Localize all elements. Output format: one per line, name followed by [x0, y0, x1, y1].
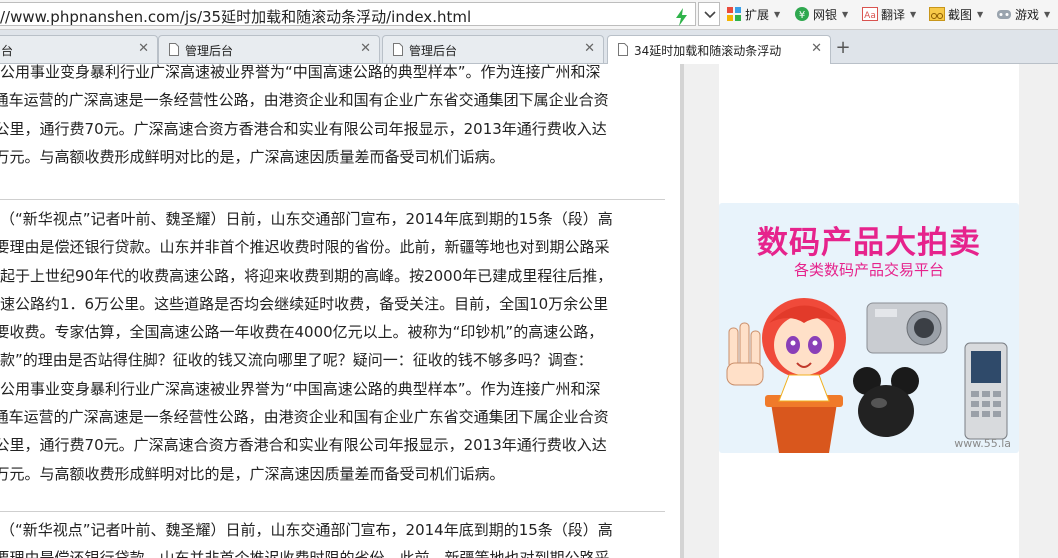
tab-label: 台 — [1, 44, 14, 58]
article-line: 贷款”的理由是否站得住脚？征收的钱又流向哪里了呢？疑问一：征收的钱不够多吗？调查… — [0, 351, 593, 370]
floating-ad-banner[interactable]: 数码产品大拍卖 各类数码产品交易平台 www.55.la — [719, 203, 1019, 453]
document-icon — [618, 43, 628, 56]
toolbar-label: 扩展 — [745, 7, 770, 22]
lightning-icon[interactable] — [672, 7, 692, 27]
yen-icon: ¥ — [795, 7, 809, 21]
tab-label: 管理后台 — [185, 44, 234, 58]
article-line: E要收费。专家估算，全国高速公路一年收费在4000亿元以上。被称为“印钞机”的高… — [0, 323, 604, 342]
podium-icon — [765, 395, 843, 453]
article-line: 电（“新华视点”记者叶前、魏圣耀）日前，山东交通部门宣布，2014年底到期的15… — [0, 521, 613, 539]
tab-1[interactable]: 台 ✕ — [0, 35, 158, 63]
separator — [0, 511, 665, 512]
caret-down-icon: ▼ — [1044, 9, 1051, 19]
cartoon-girl-icon — [762, 298, 846, 402]
article-line: 2公里，通行费70元。广深高速合资方香港合和实业有限公司年报显示，2013年通行… — [0, 436, 607, 455]
close-icon[interactable]: ✕ — [584, 41, 595, 56]
translate-icon: Aa — [862, 7, 878, 21]
close-icon[interactable]: ✕ — [811, 41, 822, 56]
speaker-icon — [853, 367, 919, 437]
article-line: F通车运营的广深高速是一条经营性公路，由港资企业和国有企业广东省交通集团下属企业… — [0, 408, 609, 427]
peace-hand-icon — [726, 322, 764, 386]
article-line: 电（“新华视点”记者叶前、魏圣耀）日前，山东交通部门宣布，2014年底到期的15… — [0, 210, 613, 228]
tab-3[interactable]: 管理后台 ✕ — [382, 35, 604, 63]
tab-label: 管理后台 — [409, 44, 458, 58]
article-line: 高速公路约1．6万公里。这些道路是否均会继续延时收费，备受关注。目前，全国10万… — [0, 294, 609, 313]
toolbar-label: 网银 — [813, 7, 838, 22]
article-column: 利公用事业变身暴利行业广深高速被业界誉为“中国高速公路的典型样本”。作为连接广州… — [0, 64, 680, 558]
document-icon — [393, 43, 403, 56]
tab-bar: 台 ✕ 管理后台 ✕ 管理后台 ✕ 34延时加载和随滚动条浮动 ✕ + — [0, 30, 1058, 64]
camera-icon — [866, 302, 948, 354]
toolbar-games-button[interactable]: 游戏 ▼ — [996, 4, 1050, 24]
toolbar-extensions-button[interactable]: 扩展 ▼ — [726, 4, 780, 24]
toolbar-label: 截图 — [948, 7, 973, 22]
article-line: 利公用事业变身暴利行业广深高速被业界誉为“中国高速公路的典型样本”。作为连接广州… — [0, 64, 601, 81]
article-line: 兴起于上世纪90年代的收费高速公路，将迎来收费到期的高峰。按2000年已建成里程… — [0, 266, 613, 285]
article-line: 0万元。与高额收费形成鲜明对比的是，广深高速因质量差而备受司机们诟病。 — [0, 147, 505, 166]
svg-text:Aa: Aa — [864, 11, 876, 21]
article-block: 电（“新华视点”记者叶前、魏圣耀）日前，山东交通部门宣布，2014年底到期的15… — [0, 516, 680, 558]
caret-down-icon: ▼ — [842, 9, 849, 19]
ad-subtitle: 各类数码产品交易平台 — [793, 261, 944, 279]
close-icon[interactable]: ✕ — [360, 41, 371, 56]
close-icon[interactable]: ✕ — [138, 41, 149, 56]
caret-down-icon: ▼ — [910, 9, 917, 19]
article-block: 利公用事业变身暴利行业广深高速被业界誉为“中国高速公路的典型样本”。作为连接广州… — [0, 64, 680, 171]
caret-down-icon: ▼ — [977, 9, 984, 19]
scissors-icon — [929, 7, 945, 21]
article-line: 利公用事业变身暴利行业广深高速被业界誉为“中国高速公路的典型样本”。作为连接广州… — [0, 379, 601, 398]
toolbar-translate-button[interactable]: Aa 翻译 ▼ — [862, 4, 916, 24]
separator — [0, 199, 665, 200]
ad-title: 数码产品大拍卖 — [757, 225, 981, 261]
address-bar: //www.phpnanshen.com/js/35延时加载和随滚动条浮动/in… — [0, 0, 1058, 30]
article-line: 2公里，通行费70元。广深高速合资方香港合和实业有限公司年报显示，2013年通行… — [0, 119, 607, 138]
toolbar-label: 游戏 — [1015, 7, 1040, 22]
tab-active[interactable]: 34延时加载和随滚动条浮动 ✕ — [607, 35, 831, 64]
article-block: 电（“新华视点”记者叶前、魏圣耀）日前，山东交通部门宣布，2014年底到期的15… — [0, 205, 680, 488]
ad-illustration — [726, 298, 1008, 453]
grid-icon — [727, 7, 741, 21]
article-line: E要理由是偿还银行贷款。山东并非首个推迟收费时限的省份。此前，新疆等地也对到期公… — [0, 544, 680, 558]
tab-2[interactable]: 管理后台 ✕ — [158, 35, 380, 63]
mobile-phone-icon — [964, 342, 1008, 440]
toolbar-ebank-button[interactable]: ¥ 网银 ▼ — [794, 4, 848, 24]
document-icon — [169, 43, 179, 56]
new-tab-button[interactable]: + — [833, 38, 853, 58]
ad-watermark: www.55.la — [954, 437, 1011, 450]
url-text[interactable]: //www.phpnanshen.com/js/35延时加载和随滚动条浮动/in… — [0, 6, 471, 27]
article-line: E要理由是偿还银行贷款。山东并非首个推迟收费时限的省份。此前，新疆等地也对到期公… — [0, 238, 610, 257]
chevron-down-icon — [704, 11, 716, 19]
tab-label: 34延时加载和随滚动条浮动 — [634, 44, 782, 58]
article-line: F通车运营的广深高速是一条经营性公路，由港资企业和国有企业广东省交通集团下属企业… — [0, 91, 609, 110]
url-input[interactable]: //www.phpnanshen.com/js/35延时加载和随滚动条浮动/in… — [0, 2, 696, 26]
toolbar-screenshot-button[interactable]: 截图 ▼ — [929, 4, 983, 24]
caret-down-icon: ▼ — [774, 9, 781, 19]
url-dropdown-button[interactable] — [698, 2, 720, 26]
toolbar-label: 翻译 — [881, 7, 906, 22]
gamepad-icon — [997, 10, 1011, 19]
svg-text:¥: ¥ — [799, 10, 805, 21]
article-line: 0万元。与高额收费形成鲜明对比的是，广深高速因质量差而备受司机们诟病。 — [0, 464, 505, 483]
